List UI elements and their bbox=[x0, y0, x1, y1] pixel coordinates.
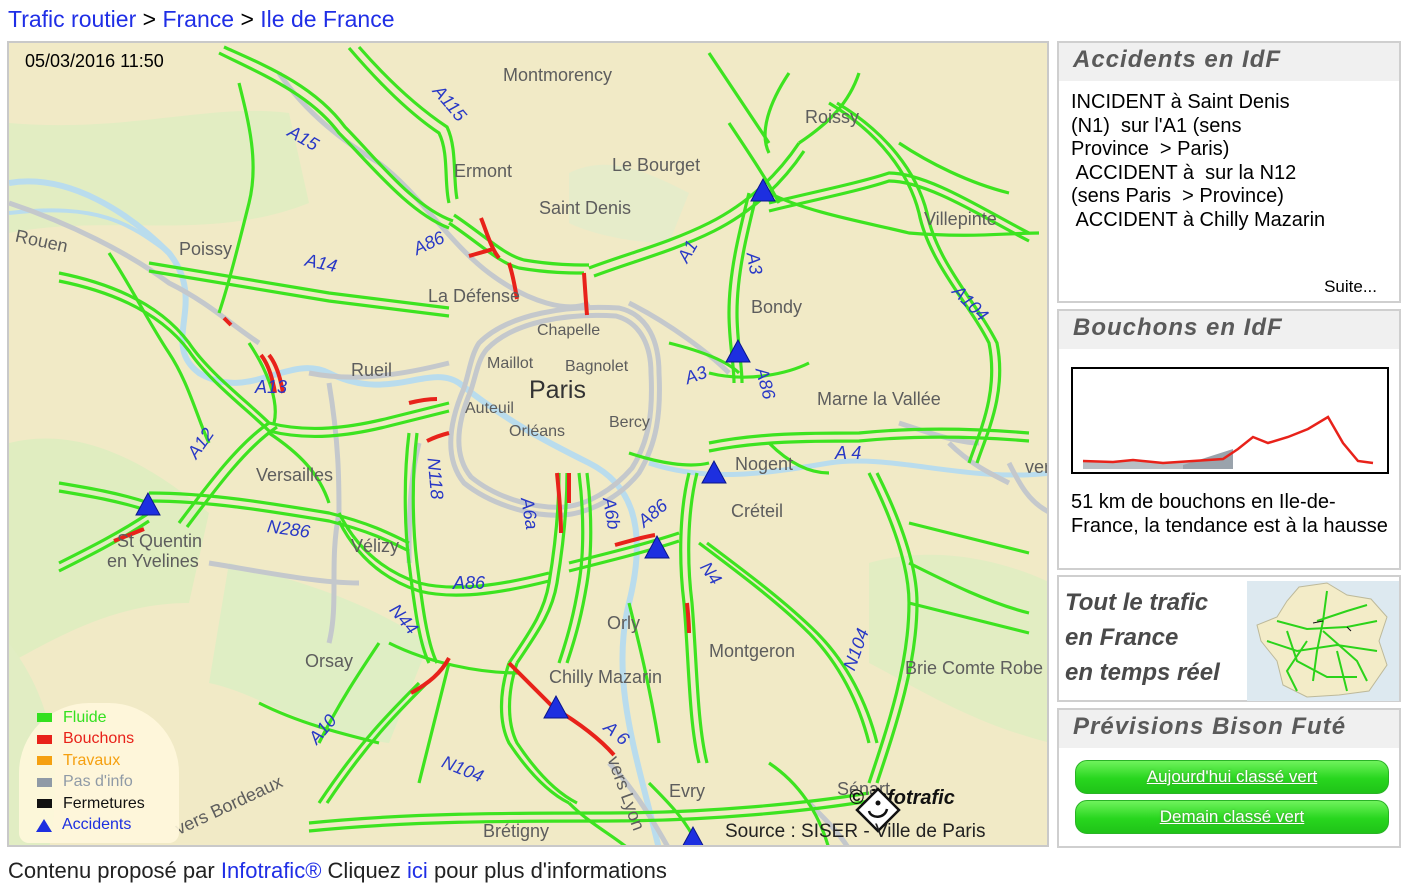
place-label: Evry bbox=[669, 781, 705, 801]
place-label: en Yvelines bbox=[107, 551, 199, 571]
accident-triangle-icon bbox=[36, 818, 52, 832]
place-label: Marne la Vallée bbox=[817, 389, 941, 409]
accident-line: (sens Paris > Province) bbox=[1071, 185, 1284, 207]
france-traffic-panel[interactable]: Tout le trafic en France en temps réel bbox=[1057, 575, 1401, 702]
breadcrumb-separator: > bbox=[240, 6, 254, 32]
legend-item-travaux: Travaux bbox=[37, 750, 179, 772]
accidents-list: INCIDENT à Saint Denis (N1) sur l'A1 (se… bbox=[1059, 81, 1399, 242]
legend-label: Fermetures bbox=[63, 794, 145, 812]
road-label: A13 bbox=[255, 377, 288, 397]
place-label: Maillot bbox=[487, 355, 534, 372]
france-traffic-line: Tout le trafic bbox=[1065, 589, 1209, 616]
place-label: Rueil bbox=[351, 360, 393, 380]
jams-trend-chart bbox=[1071, 367, 1389, 474]
place-label: Vélizy bbox=[351, 536, 400, 556]
legend-label: Bouchons bbox=[63, 730, 135, 748]
accidents-panel-title: Accidents en IdF bbox=[1059, 43, 1399, 81]
bison-fute-panel-title: Prévisions Bison Futé bbox=[1059, 710, 1399, 748]
legend-swatch bbox=[37, 799, 52, 809]
place-label: Ermont bbox=[454, 161, 513, 181]
jams-trend-graph bbox=[1082, 415, 1374, 469]
place-label: Poissy bbox=[179, 239, 233, 259]
breadcrumb-link-ile-de-france[interactable]: Ile de France bbox=[260, 6, 394, 32]
footer-middle: Cliquez bbox=[327, 858, 401, 883]
map-source: Source : SISER - Ville de Paris bbox=[725, 821, 986, 842]
place-label: Chapelle bbox=[537, 322, 601, 339]
jams-panel-title: Bouchons en IdF bbox=[1059, 311, 1399, 349]
traffic-map[interactable]: 05/03/2016 11:50 Montmorency Roissy Ermo… bbox=[7, 41, 1049, 847]
place-label: Bondy bbox=[751, 297, 803, 317]
footer-prefix: Contenu proposé par bbox=[8, 858, 215, 883]
legend-label: Accidents bbox=[62, 816, 132, 834]
accidents-panel: Accidents en IdF INCIDENT à Saint Denis … bbox=[1057, 41, 1401, 303]
legend-swatch bbox=[37, 713, 52, 723]
place-label: Saint Denis bbox=[539, 198, 632, 218]
place-label: Chilly Mazarin bbox=[549, 667, 663, 687]
map-timestamp: 05/03/2016 11:50 bbox=[21, 51, 168, 72]
place-label: Orléans bbox=[509, 423, 566, 440]
place-label: St Quentin bbox=[117, 531, 203, 551]
jams-summary: 51 km de bouchons en Ile-de-France, la t… bbox=[1071, 491, 1388, 537]
infotrafic-link[interactable]: Infotrafic® bbox=[221, 858, 322, 883]
legend-label: Travaux bbox=[63, 751, 121, 769]
info-here-link[interactable]: ici bbox=[407, 858, 428, 883]
place-label: Orly bbox=[607, 613, 640, 633]
accident-line: ACCIDENT à sur la N12 bbox=[1071, 161, 1297, 184]
road-label: N118 bbox=[423, 456, 448, 501]
place-label: Bagnolet bbox=[565, 358, 629, 375]
jams-panel[interactable]: Bouchons en IdF 51 km de bouchons en Ile… bbox=[1057, 309, 1401, 570]
tomorrow-forecast-button[interactable]: Demain classé vert bbox=[1075, 800, 1389, 834]
road-label: A86 bbox=[453, 573, 486, 593]
legend-swatch bbox=[37, 734, 52, 744]
legend-item-accidents: Accidents bbox=[36, 815, 179, 837]
place-label: Brétigny bbox=[483, 821, 550, 841]
legend-item-fermetures: Fermetures bbox=[37, 793, 179, 815]
footer-credits: Contenu proposé par Infotrafic® Cliquez … bbox=[8, 858, 667, 884]
france-map-thumbnail bbox=[1247, 581, 1399, 701]
place-label: Le Bourget bbox=[612, 155, 701, 175]
bison-fute-panel: Prévisions Bison Futé Aujourd'hui classé… bbox=[1057, 708, 1401, 848]
place-label: Auteuil bbox=[465, 400, 514, 417]
road-label: A3 bbox=[742, 250, 767, 276]
breadcrumb-link-france[interactable]: France bbox=[162, 6, 234, 32]
place-label: Montmorency bbox=[503, 65, 613, 85]
place-label: ver bbox=[1025, 457, 1049, 477]
accident-line: ACCIDENT à Chilly Mazarin bbox=[1071, 208, 1326, 231]
place-label: Roissy bbox=[805, 107, 860, 127]
place-label: Bercy bbox=[609, 414, 650, 431]
place-label: Brie Comte Robe bbox=[905, 658, 1044, 678]
place-label: Nogent bbox=[735, 454, 794, 474]
place-label: Orsay bbox=[305, 651, 354, 671]
footer-suffix: pour plus d'informations bbox=[433, 858, 667, 883]
place-label: Montgeron bbox=[709, 641, 796, 661]
france-traffic-text: Tout le trafic en France en temps réel bbox=[1065, 585, 1220, 690]
accident-line: (N1) sur l'A1 (sens bbox=[1071, 114, 1242, 137]
road-label: A 4 bbox=[835, 443, 862, 463]
legend-item-bouchons: Bouchons bbox=[37, 729, 179, 751]
accident-line: Province > Paris) bbox=[1071, 138, 1230, 160]
france-traffic-line: en France bbox=[1065, 624, 1179, 651]
accident-line: INCIDENT à Saint Denis bbox=[1071, 91, 1290, 113]
legend-label: Fluide bbox=[63, 708, 107, 726]
map-legend: Fluide Bouchons Travaux Pas d'info Ferme… bbox=[19, 703, 179, 843]
place-label: La Défense bbox=[428, 286, 521, 306]
legend-item-pas-info: Pas d'info bbox=[37, 772, 179, 794]
legend-item-fluide: Fluide bbox=[37, 707, 179, 729]
legend-swatch bbox=[37, 777, 52, 787]
breadcrumb-separator: > bbox=[142, 6, 157, 32]
accidents-more-link[interactable]: Suite... bbox=[1324, 277, 1377, 297]
place-label: Créteil bbox=[731, 501, 784, 521]
infotrafic-logo: © infotrafic bbox=[849, 787, 955, 833]
breadcrumb: Trafic routier > France > Ile de France bbox=[8, 4, 395, 34]
legend-swatch bbox=[37, 756, 52, 766]
breadcrumb-link-traffic[interactable]: Trafic routier bbox=[8, 6, 136, 32]
today-forecast-button[interactable]: Aujourd'hui classé vert bbox=[1075, 760, 1389, 794]
place-label: Villepinte bbox=[924, 209, 997, 229]
legend-label: Pas d'info bbox=[63, 773, 133, 791]
map-center-label: Paris bbox=[529, 376, 586, 404]
france-traffic-line: en temps réel bbox=[1065, 659, 1220, 686]
place-label: Versailles bbox=[256, 465, 334, 485]
